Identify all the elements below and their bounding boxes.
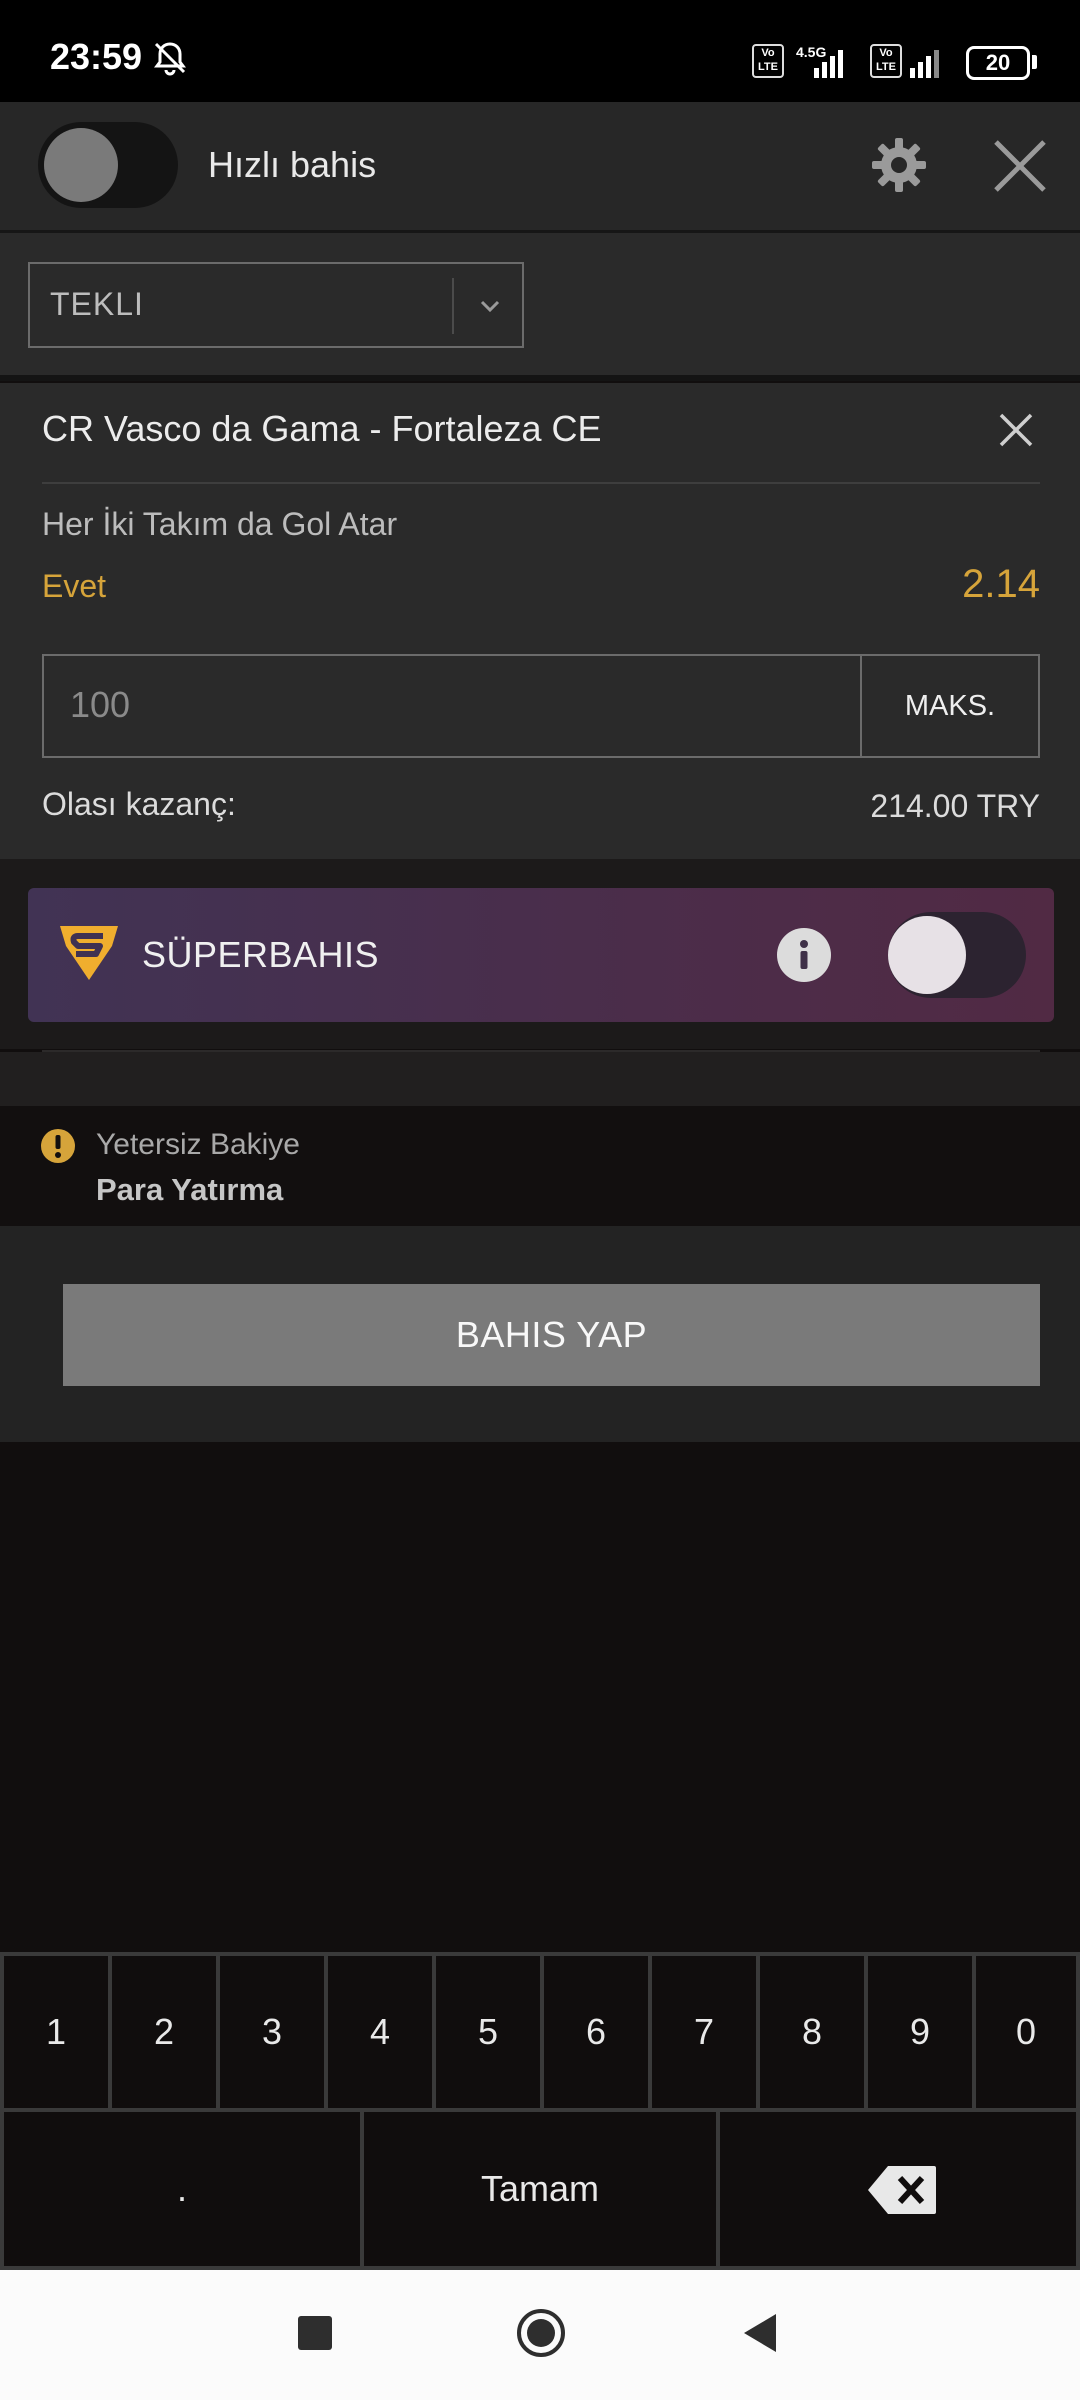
key-done[interactable]: Tamam xyxy=(364,2112,716,2266)
key-2[interactable]: 2 xyxy=(112,1956,216,2108)
warning-icon xyxy=(41,1129,75,1163)
key-9[interactable]: 9 xyxy=(868,1956,972,2108)
market-name: Her İki Takım da Gol Atar xyxy=(42,506,398,542)
potential-winnings-label: Olası kazanç: xyxy=(42,786,236,822)
quick-bet-label: Hızlı bahis xyxy=(208,144,377,185)
select-divider xyxy=(452,278,454,334)
superbahis-label: SÜPERBAHIS xyxy=(142,934,380,975)
battery-level: 20 xyxy=(985,50,1011,75)
key-7[interactable]: 7 xyxy=(652,1956,756,2108)
key-0[interactable]: 0 xyxy=(976,1956,1076,2108)
bell-muted-icon xyxy=(154,42,186,76)
remove-selection-icon[interactable] xyxy=(996,410,1036,450)
info-icon[interactable] xyxy=(776,927,832,983)
insufficient-balance-text: Yetersiz Bakiye xyxy=(96,1128,300,1161)
signal-icon xyxy=(814,50,843,78)
battery-icon: 20 xyxy=(966,46,1030,80)
status-time: 23:59 xyxy=(50,36,143,77)
volte-badge-sim2: Vo LTE xyxy=(870,44,902,78)
home-button[interactable] xyxy=(516,2308,566,2358)
key-decimal[interactable]: . xyxy=(4,2112,360,2266)
key-5[interactable]: 5 xyxy=(436,1956,540,2108)
recents-button[interactable] xyxy=(298,2316,332,2350)
signal-icon xyxy=(910,50,939,78)
place-bet-button[interactable]: BAHIS YAP xyxy=(63,1284,1040,1386)
superbahis-toggle-knob[interactable] xyxy=(888,916,966,994)
insufficient-balance-row xyxy=(0,1106,1080,1226)
selection-name: Evet xyxy=(42,568,107,604)
spacer-strip xyxy=(0,1052,1080,1106)
close-icon[interactable] xyxy=(990,136,1050,196)
superbahis-logo-icon xyxy=(60,926,118,980)
gear-icon[interactable] xyxy=(870,136,928,194)
deposit-link[interactable]: Para Yatırma xyxy=(96,1172,283,1208)
quick-bet-toggle-knob[interactable] xyxy=(44,128,118,202)
stake-input-placeholder[interactable]: 100 xyxy=(70,684,130,726)
key-6[interactable]: 6 xyxy=(544,1956,648,2108)
key-4[interactable]: 4 xyxy=(328,1956,432,2108)
backspace-icon xyxy=(868,2166,936,2214)
match-title: CR Vasco da Gama - Fortaleza CE xyxy=(42,408,602,449)
chevron-down-icon[interactable] xyxy=(474,290,506,322)
potential-winnings-value: 214.00 TRY xyxy=(870,788,1040,824)
key-8[interactable]: 8 xyxy=(760,1956,864,2108)
card-divider xyxy=(42,482,1040,484)
odds-value: 2.14 xyxy=(962,562,1040,606)
back-button[interactable] xyxy=(740,2312,780,2354)
key-3[interactable]: 3 xyxy=(220,1956,324,2108)
key-1[interactable]: 1 xyxy=(4,1956,108,2108)
key-backspace[interactable] xyxy=(720,2112,1076,2266)
max-stake-button[interactable]: MAKS. xyxy=(862,656,1038,756)
volte-badge-sim1: Vo LTE xyxy=(752,44,784,78)
bet-type-value: TEKLI xyxy=(50,286,144,322)
battery-tip xyxy=(1032,55,1037,69)
